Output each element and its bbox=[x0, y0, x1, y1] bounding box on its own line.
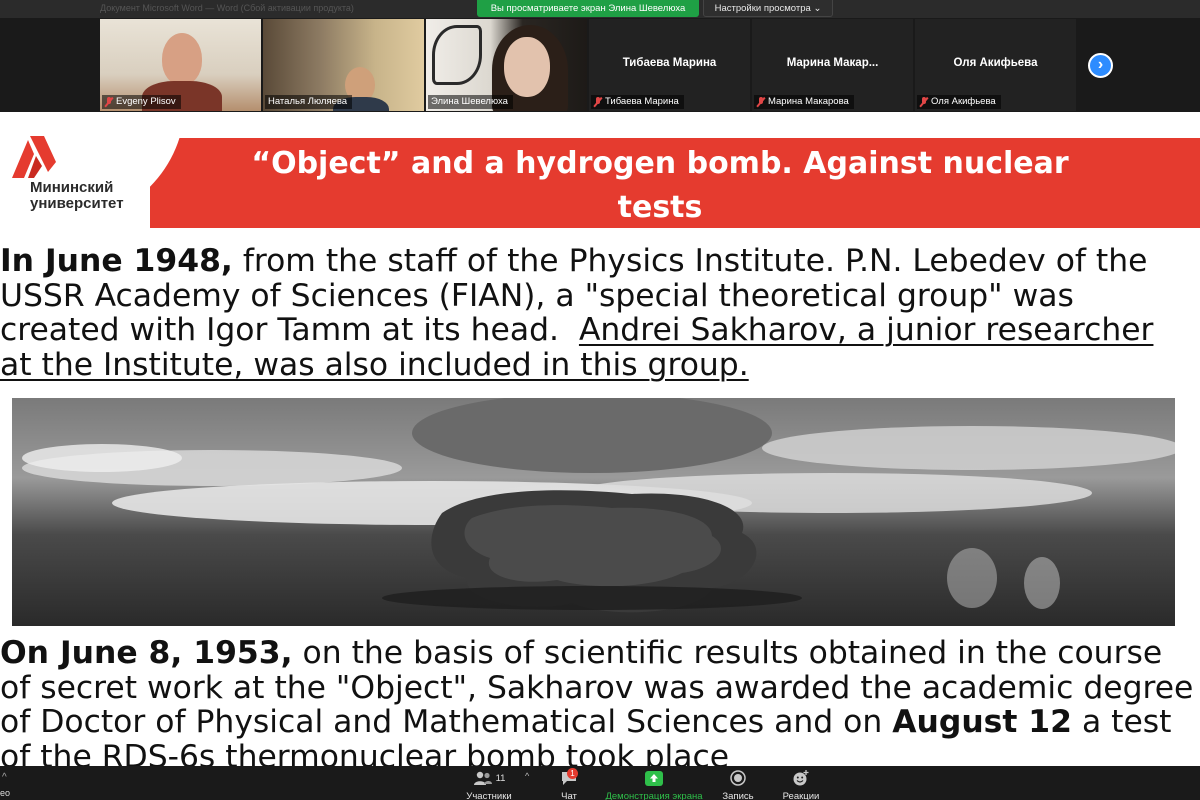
participant-caption: Элина Шевелюха bbox=[428, 95, 513, 109]
slide-title-line-2: tests bbox=[617, 190, 703, 225]
participant-gallery: Evgeny Plisov Наталья Люляева Элина Шеве… bbox=[0, 18, 1200, 112]
share-screen-button[interactable]: Демонстрация экрана bbox=[604, 768, 704, 800]
record-label: Запись bbox=[722, 791, 754, 800]
underlined-text: at the Institute, was also included in t… bbox=[0, 346, 749, 383]
participants-options-caret-icon[interactable]: ^ bbox=[525, 771, 529, 781]
date-bold: August 12 bbox=[892, 704, 1072, 740]
record-icon bbox=[718, 768, 758, 788]
participant-tile[interactable]: Оля Акифьева Оля Акифьева bbox=[915, 19, 1076, 111]
participants-icon: 11 bbox=[466, 768, 512, 788]
text-line: of the RDS-6s thermonuclear bomb took pl… bbox=[0, 738, 730, 766]
participant-tile[interactable]: Evgeny Plisov bbox=[100, 19, 261, 111]
date-bold: In June 1948, bbox=[0, 243, 233, 279]
text-span: created with Igor Tamm at its head. bbox=[0, 312, 579, 348]
participant-tile-active-speaker[interactable]: Элина Шевелюха bbox=[426, 19, 587, 111]
text-line: at the Institute, was also included in t… bbox=[0, 346, 1200, 383]
chat-unread-badge: 1 bbox=[567, 768, 578, 779]
text-line: of secret work at the "Object", Sakharov… bbox=[0, 669, 1194, 706]
participant-name: Элина Шевелюха bbox=[431, 96, 508, 107]
participant-caption: Тибаева Марина bbox=[591, 95, 684, 109]
explosion-cloud-image bbox=[12, 398, 1175, 626]
logo-line-1: Мининский bbox=[30, 179, 114, 196]
slide-title: “Object” and a hydrogen bomb. Against nu… bbox=[190, 142, 1130, 230]
paragraph-1948: In June 1948, from the staff of the Phys… bbox=[0, 244, 1200, 382]
participant-tile-name: Оля Акифьева bbox=[953, 57, 1038, 69]
mic-muted-icon bbox=[594, 97, 602, 107]
participant-tile[interactable]: Марина Макар... Марина Макарова bbox=[752, 19, 913, 111]
participant-caption: Наталья Люляева bbox=[265, 95, 353, 109]
date-bold: On June 8, 1953, bbox=[0, 635, 293, 671]
logo-line-2: университет bbox=[30, 195, 124, 212]
text-span: of Doctor of Physical and Mathematical S… bbox=[0, 704, 893, 740]
window-title-ghost: Документ Microsoft Word — Word (Сбой акт… bbox=[100, 3, 354, 13]
meeting-toolbar: ео 11 Участники ^ 1 Чат Демонстрация экр… bbox=[0, 766, 1200, 800]
text-span: from the staff of the Physics Institute.… bbox=[232, 243, 1148, 279]
university-logo-icon bbox=[12, 136, 56, 178]
mic-muted-icon bbox=[105, 97, 113, 107]
video-button-partial[interactable]: ео bbox=[0, 772, 10, 798]
participant-name: Марина Макарова bbox=[768, 96, 849, 107]
participant-face bbox=[504, 37, 550, 97]
text-line: created with Igor Tamm at its head. Andr… bbox=[0, 313, 1200, 348]
record-button[interactable]: Запись bbox=[718, 768, 758, 800]
university-logo-text: Мининский университет bbox=[30, 180, 124, 212]
participant-tile[interactable]: Тибаева Марина Тибаева Марина bbox=[589, 19, 750, 111]
chat-label: Чат bbox=[561, 791, 577, 800]
share-screen-icon bbox=[604, 768, 704, 788]
mic-muted-icon bbox=[920, 97, 928, 107]
slide-title-line-1: “Object” and a hydrogen bomb. Against nu… bbox=[251, 146, 1069, 181]
reactions-label: Реакции bbox=[782, 791, 820, 800]
sharing-status-pill: Вы просматриваете экран Элина Шевелюха bbox=[477, 0, 699, 17]
underlined-text: Andrei Sakharov, a junior researcher bbox=[578, 312, 1154, 348]
participants-count: 11 bbox=[495, 772, 506, 784]
view-settings-dropdown[interactable]: Настройки просмотра ⌄ bbox=[703, 0, 833, 17]
participant-tile-name: Марина Макар... bbox=[786, 57, 879, 69]
participant-name: Наталья Люляева bbox=[268, 96, 348, 107]
reactions-smiley-icon bbox=[780, 768, 822, 788]
participant-caption: Оля Акифьева bbox=[917, 95, 1001, 109]
shared-screen-slide: Мининский университет “Object” and a hyd… bbox=[0, 112, 1200, 766]
text-line: USSR Academy of Sciences (FIAN), a "spec… bbox=[0, 277, 1074, 314]
participants-button[interactable]: 11 Участники bbox=[466, 768, 512, 800]
participant-caption: Evgeny Plisov bbox=[102, 95, 181, 109]
next-page-arrow-icon[interactable]: › bbox=[1088, 53, 1113, 78]
text-line: of Doctor of Physical and Mathematical S… bbox=[0, 705, 1200, 740]
text-line: In June 1948, from the staff of the Phys… bbox=[0, 244, 1200, 279]
reactions-button[interactable]: Реакции bbox=[780, 768, 822, 800]
plant-decoration bbox=[432, 25, 482, 85]
text-span: on the basis of scientific results obtai… bbox=[292, 635, 1163, 671]
participant-name: Evgeny Plisov bbox=[116, 96, 176, 107]
participants-label: Участники bbox=[466, 791, 512, 800]
participant-caption: Марина Макарова bbox=[754, 95, 854, 109]
participant-name: Тибаева Марина bbox=[605, 96, 679, 107]
text-line: On June 8, 1953, on the basis of scienti… bbox=[0, 636, 1200, 671]
paragraph-1953: On June 8, 1953, on the basis of scienti… bbox=[0, 636, 1200, 766]
zoom-meeting-window: Документ Microsoft Word — Word (Сбой акт… bbox=[0, 0, 1200, 800]
share-banner: Документ Microsoft Word — Word (Сбой акт… bbox=[0, 0, 1200, 18]
participant-tile[interactable]: Наталья Люляева bbox=[263, 19, 424, 111]
chat-button[interactable]: 1 Чат bbox=[555, 768, 583, 800]
participant-tile-name: Тибаева Марина bbox=[622, 57, 717, 69]
share-screen-label: Демонстрация экрана bbox=[605, 791, 703, 800]
text-span: a test bbox=[1071, 704, 1172, 740]
mic-muted-icon bbox=[757, 97, 765, 107]
participant-name: Оля Акифьева bbox=[931, 96, 996, 107]
participant-face bbox=[162, 33, 202, 85]
nuclear-test-photo bbox=[12, 398, 1175, 626]
